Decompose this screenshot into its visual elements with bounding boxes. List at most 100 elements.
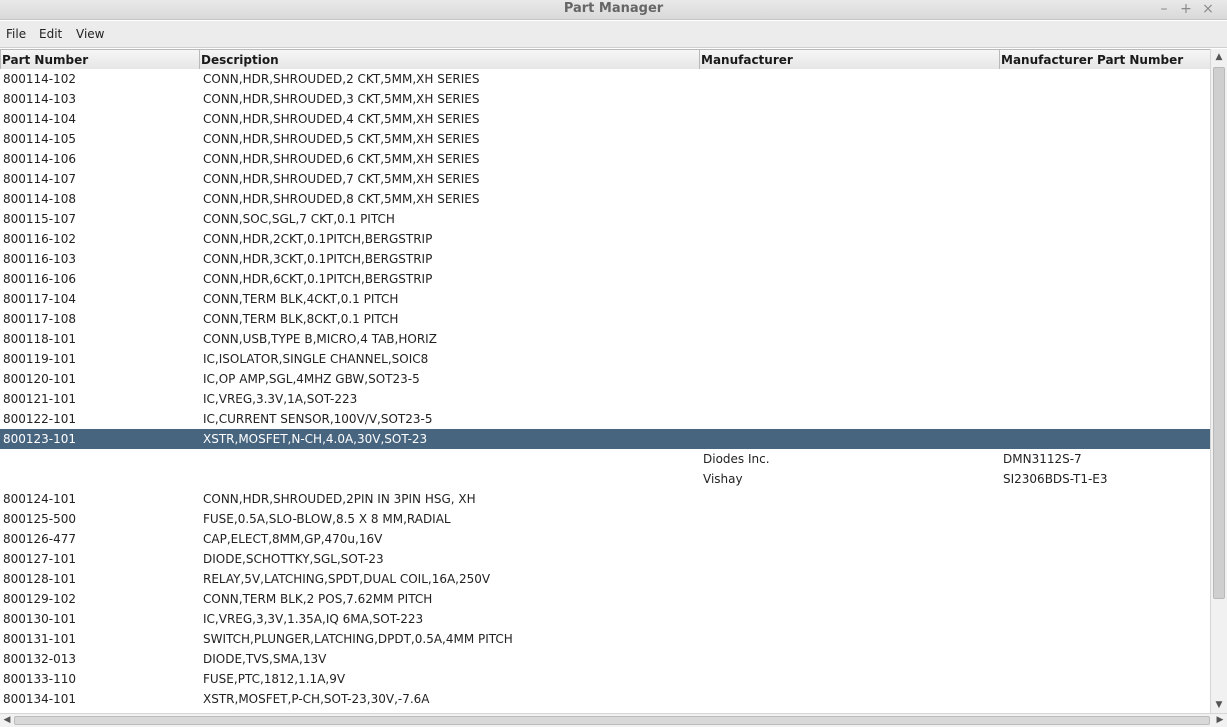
table-row[interactable]: 800121-101 IC,VREG,3.3V,1A,SOT-223: [0, 389, 1210, 409]
table-row[interactable]: 800116-103 CONN,HDR,3CKT,0.1PITCH,BERGSTR…: [0, 249, 1210, 269]
cell-part-number: 800129-102: [3, 592, 77, 606]
table-row[interactable]: 800114-107 CONN,HDR,SHROUDED,7 CKT,5MM,XH…: [0, 169, 1210, 189]
table-row[interactable]: 800134-101 XSTR,MOSFET,P-CH,SOT-23,30V,-7…: [0, 689, 1210, 709]
title-bar: Part Manager – + ×: [0, 0, 1227, 20]
column-header-description[interactable]: Description: [199, 49, 699, 69]
cell-description: IC,CURRENT SENSOR,100V/V,SOT23-5: [203, 412, 433, 426]
cell-manufacturer: Vishay: [703, 472, 743, 486]
table-row[interactable]: 800125-500 FUSE,0.5A,SLO-BLOW,8.5 X 8 MM,…: [0, 509, 1210, 529]
cell-description: XSTR,MOSFET,P-CH,SOT-23,30V,-7.6A: [203, 692, 430, 706]
table-row[interactable]: 800118-101 CONN,USB,TYPE B,MICRO,4 TAB,HO…: [0, 329, 1210, 349]
cell-description: FUSE,0.5A,SLO-BLOW,8.5 X 8 MM,RADIAL: [203, 512, 451, 526]
table-row[interactable]: 800131-101 SWITCH,PLUNGER,LATCHING,DPDT,0…: [0, 629, 1210, 649]
parts-table: Part Number Description Manufacturer Man…: [0, 49, 1210, 713]
cell-part-number: 800131-101: [3, 632, 77, 646]
table-row[interactable]: 800114-102 CONN,HDR,SHROUDED,2 CKT,5MM,XH…: [0, 69, 1210, 89]
close-icon[interactable]: ×: [1200, 1, 1216, 17]
cell-part-number: 800114-103: [3, 92, 77, 106]
table-row[interactable]: 800114-105 CONN,HDR,SHROUDED,5 CKT,5MM,XH…: [0, 129, 1210, 149]
cell-description: CONN,HDR,SHROUDED,7 CKT,5MM,XH SERIES: [203, 172, 480, 186]
horizontal-scrollbar[interactable]: ◀ ▶: [0, 713, 1227, 727]
table-row[interactable]: 800114-108 CONN,HDR,SHROUDED,8 CKT,5MM,XH…: [0, 189, 1210, 209]
cell-part-number: 800126-477: [3, 532, 77, 546]
cell-description: CONN,HDR,SHROUDED,3 CKT,5MM,XH SERIES: [203, 92, 480, 106]
horizontal-scroll-thumb[interactable]: [14, 716, 1210, 725]
cell-part-number: 800133-110: [3, 672, 77, 686]
vertical-scrollbar[interactable]: ▲ ▼: [1210, 49, 1227, 713]
table-row[interactable]: 800130-101 IC,VREG,3,3V,1.35A,IQ 6MA,SOT-…: [0, 609, 1210, 629]
cell-part-number: 800127-101: [3, 552, 77, 566]
cell-part-number: 800115-107: [3, 212, 77, 226]
table-row[interactable]: 800114-106 CONN,HDR,SHROUDED,6 CKT,5MM,XH…: [0, 149, 1210, 169]
scroll-down-icon[interactable]: ▼: [1211, 697, 1227, 713]
table-row[interactable]: 800115-107 CONN,SOC,SGL,7 CKT,0.1 PITCH: [0, 209, 1210, 229]
table-row[interactable]: 800126-477 CAP,ELECT,8MM,GP,470u,16V: [0, 529, 1210, 549]
cell-part-number: 800132-013: [3, 652, 77, 666]
table-row[interactable]: 800114-103 CONN,HDR,SHROUDED,3 CKT,5MM,XH…: [0, 89, 1210, 109]
menu-bar: File Edit View: [0, 21, 1227, 48]
cell-part-number: 800123-101: [3, 432, 77, 446]
cell-description: CAP,ELECT,8MM,GP,470u,16V: [203, 532, 383, 546]
table-row[interactable]: 800124-101 CONN,HDR,SHROUDED,2PIN IN 3PIN…: [0, 489, 1210, 509]
maximize-icon[interactable]: +: [1178, 1, 1194, 17]
table-row[interactable]: 800128-101 RELAY,5V,LATCHING,SPDT,DUAL CO…: [0, 569, 1210, 589]
cell-part-number: 800118-101: [3, 332, 77, 346]
cell-description: DIODE,SCHOTTKY,SGL,SOT-23: [203, 552, 384, 566]
cell-description: CONN,HDR,SHROUDED,5 CKT,5MM,XH SERIES: [203, 132, 480, 146]
scroll-right-icon[interactable]: ▶: [1213, 713, 1227, 727]
cell-part-number: 800120-101: [3, 372, 77, 386]
cell-description: CONN,HDR,3CKT,0.1PITCH,BERGSTRIP: [203, 252, 433, 266]
cell-part-number: 800119-101: [3, 352, 77, 366]
table-row[interactable]: Diodes Inc. DMN3112S-7: [0, 449, 1210, 469]
table-row[interactable]: 800114-104 CONN,HDR,SHROUDED,4 CKT,5MM,XH…: [0, 109, 1210, 129]
menu-edit[interactable]: Edit: [39, 27, 62, 41]
column-header-manufacturer[interactable]: Manufacturer: [699, 49, 999, 69]
cell-part-number: 800116-106: [3, 272, 77, 286]
table-row[interactable]: 800122-101 IC,CURRENT SENSOR,100V/V,SOT23…: [0, 409, 1210, 429]
table-row[interactable]: 800132-013 DIODE,TVS,SMA,13V: [0, 649, 1210, 669]
column-header-part-number[interactable]: Part Number: [0, 49, 199, 69]
table-row[interactable]: 800119-101 IC,ISOLATOR,SINGLE CHANNEL,SOI…: [0, 349, 1210, 369]
cell-description: CONN,HDR,2CKT,0.1PITCH,BERGSTRIP: [203, 232, 433, 246]
cell-description: CONN,TERM BLK,8CKT,0.1 PITCH: [203, 312, 399, 326]
scroll-left-icon[interactable]: ◀: [0, 713, 14, 727]
table-row[interactable]: 800129-102 CONN,TERM BLK,2 POS,7.62MM PIT…: [0, 589, 1210, 609]
table-row[interactable]: 800123-101 XSTR,MOSFET,N-CH,4.0A,30V,SOT-…: [0, 429, 1210, 449]
table-row[interactable]: 800120-101 IC,OP AMP,SGL,4MHZ GBW,SOT23-5: [0, 369, 1210, 389]
cell-part-number: 800114-102: [3, 72, 77, 86]
cell-description: CONN,HDR,SHROUDED,6 CKT,5MM,XH SERIES: [203, 152, 480, 166]
window-title: Part Manager: [563, 1, 664, 16]
cell-part-number: 800124-101: [3, 492, 77, 506]
cell-part-number: 800116-103: [3, 252, 77, 266]
table-row[interactable]: 800117-104 CONN,TERM BLK,4CKT,0.1 PITCH: [0, 289, 1210, 309]
vertical-scroll-thumb[interactable]: [1213, 67, 1225, 599]
table-row[interactable]: 800116-106 CONN,HDR,6CKT,0.1PITCH,BERGSTR…: [0, 269, 1210, 289]
table-row[interactable]: 800127-101 DIODE,SCHOTTKY,SGL,SOT-23: [0, 549, 1210, 569]
table-row[interactable]: Vishay SI2306BDS-T1-E3: [0, 469, 1210, 489]
cell-description: FUSE,PTC,1812,1.1A,9V: [203, 672, 346, 686]
cell-part-number: 800114-105: [3, 132, 77, 146]
cell-description: CONN,HDR,SHROUDED,2PIN IN 3PIN HSG, XH: [203, 492, 476, 506]
cell-description: CONN,HDR,SHROUDED,4 CKT,5MM,XH SERIES: [203, 112, 480, 126]
cell-description: CONN,HDR,SHROUDED,8 CKT,5MM,XH SERIES: [203, 192, 480, 206]
column-header-manufacturer-part-number[interactable]: Manufacturer Part Number: [999, 49, 1210, 69]
cell-part-number: 800125-500: [3, 512, 77, 526]
cell-part-number: 800116-102: [3, 232, 77, 246]
cell-description: XSTR,MOSFET,N-CH,4.0A,30V,SOT-23: [203, 432, 428, 446]
minimize-icon[interactable]: –: [1156, 1, 1172, 17]
menu-file[interactable]: File: [6, 27, 26, 41]
cell-part-number: 800114-104: [3, 112, 77, 126]
cell-part-number: 800114-108: [3, 192, 77, 206]
cell-description: RELAY,5V,LATCHING,SPDT,DUAL COIL,16A,250…: [203, 572, 491, 586]
table-row[interactable]: 800116-102 CONN,HDR,2CKT,0.1PITCH,BERGSTR…: [0, 229, 1210, 249]
table-row[interactable]: 800133-110 FUSE,PTC,1812,1.1A,9V: [0, 669, 1210, 689]
cell-description: CONN,HDR,6CKT,0.1PITCH,BERGSTRIP: [203, 272, 433, 286]
cell-manufacturer-part-number: DMN3112S-7: [1003, 452, 1082, 466]
cell-description: CONN,SOC,SGL,7 CKT,0.1 PITCH: [203, 212, 395, 226]
cell-description: IC,VREG,3.3V,1A,SOT-223: [203, 392, 358, 406]
cell-description: SWITCH,PLUNGER,LATCHING,DPDT,0.5A,4MM PI…: [203, 632, 513, 646]
table-row[interactable]: 800117-108 CONN,TERM BLK,8CKT,0.1 PITCH: [0, 309, 1210, 329]
cell-description: CONN,TERM BLK,4CKT,0.1 PITCH: [203, 292, 399, 306]
scroll-up-icon[interactable]: ▲: [1211, 49, 1227, 65]
menu-view[interactable]: View: [76, 27, 104, 41]
